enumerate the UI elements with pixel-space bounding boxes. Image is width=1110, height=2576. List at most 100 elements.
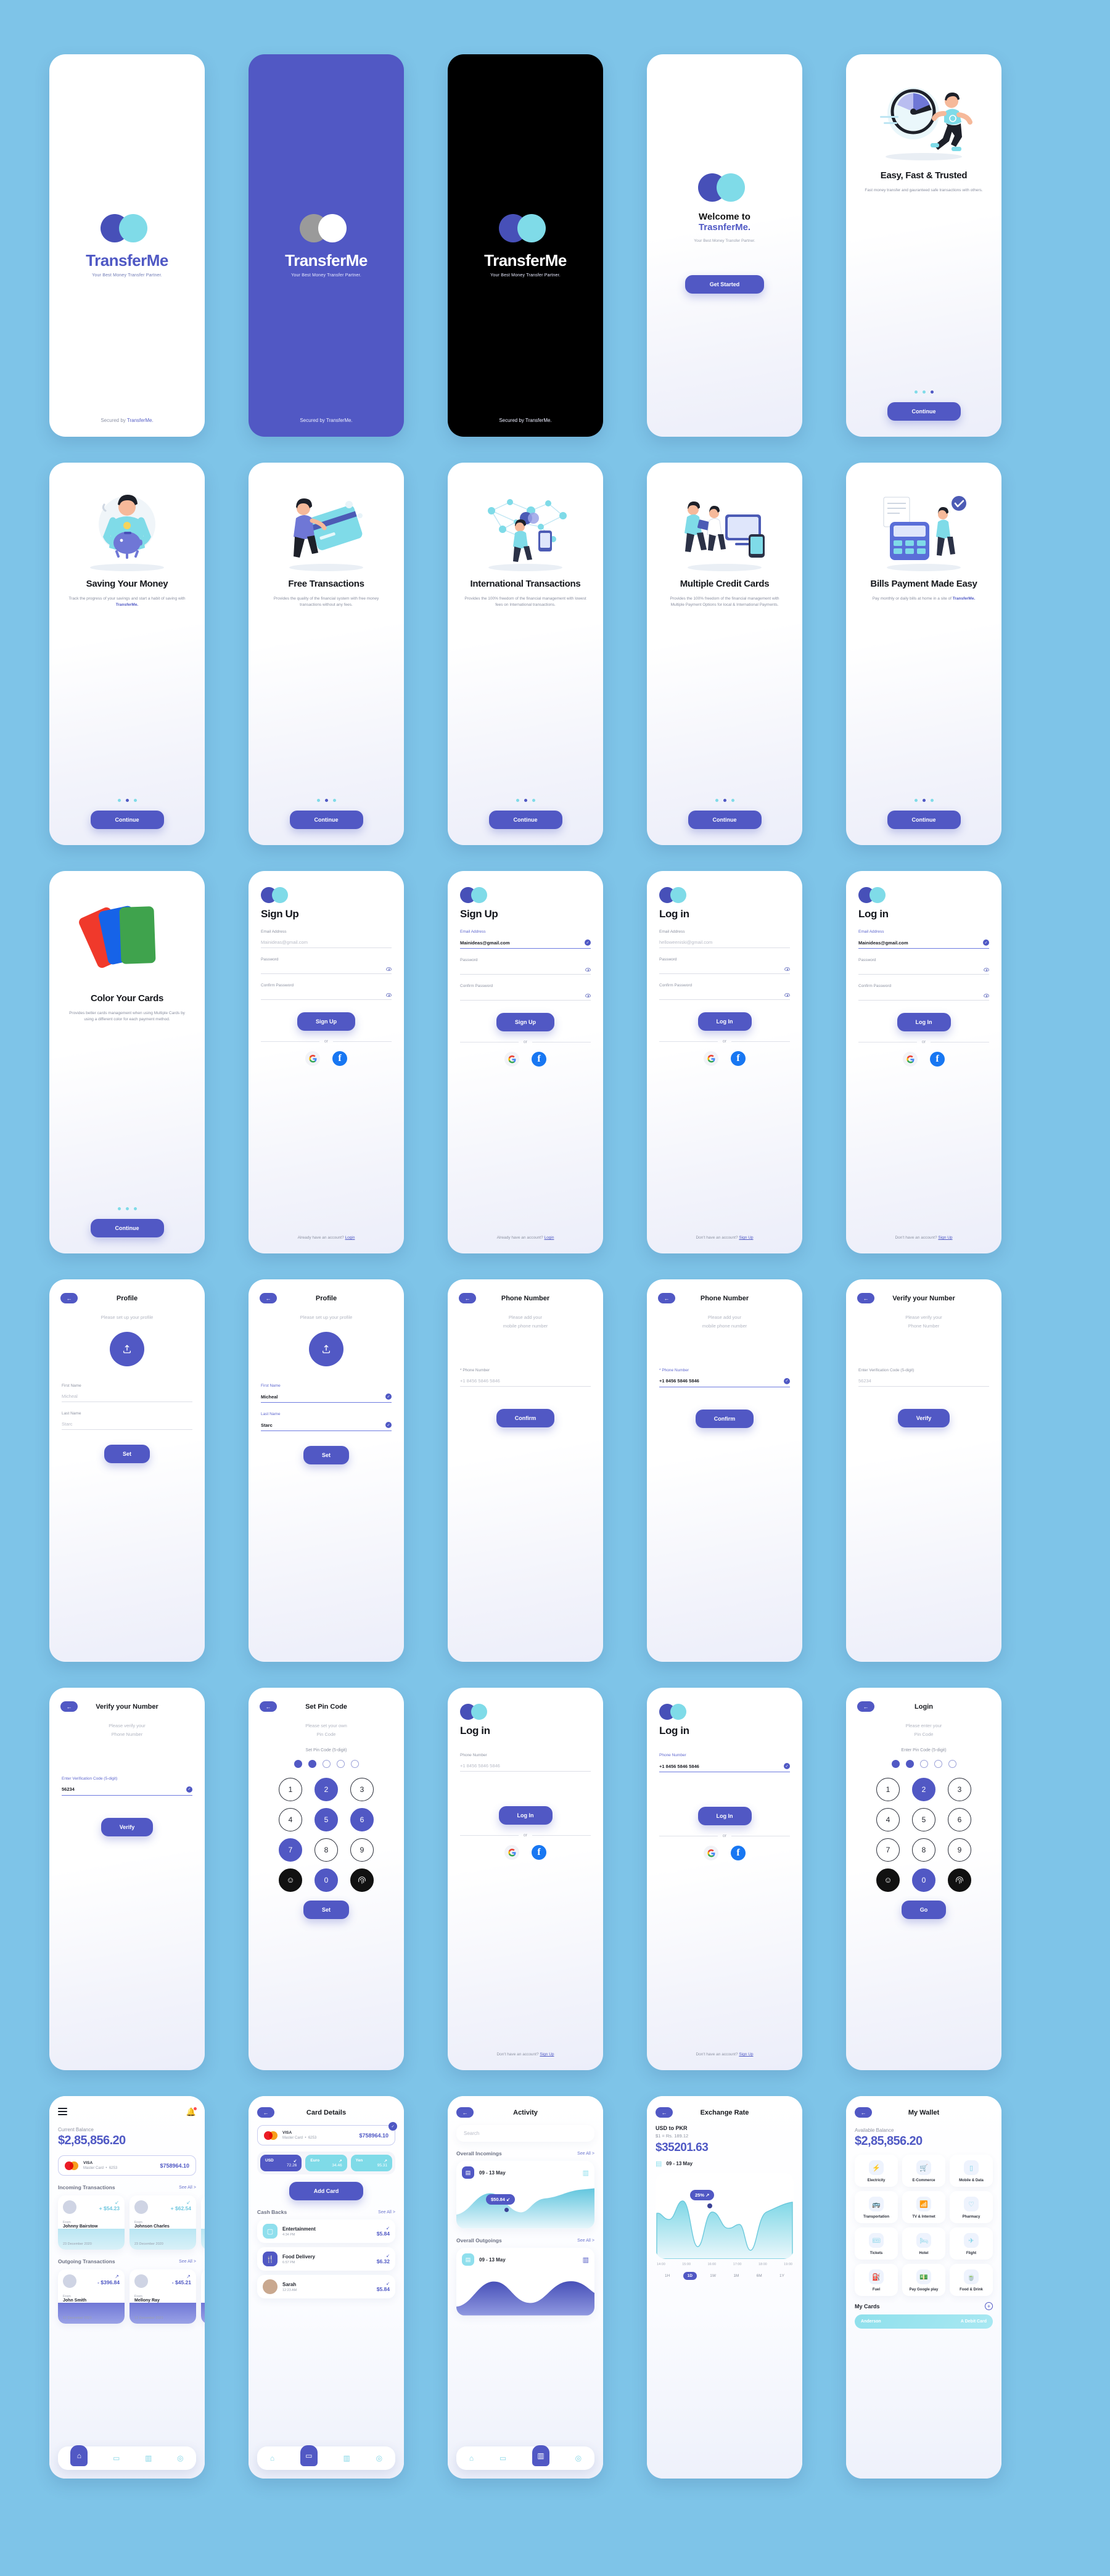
password-input[interactable]: [261, 962, 392, 974]
confirm-password-input[interactable]: [659, 988, 790, 1000]
back-arrow-icon[interactable]: ←: [855, 2107, 872, 2118]
key-5[interactable]: 5: [912, 1807, 935, 1831]
signup-link[interactable]: Sign Up: [739, 2052, 753, 2057]
continue-button[interactable]: Continue: [289, 811, 363, 829]
key-8[interactable]: 8: [314, 1838, 338, 1862]
range-selector[interactable]: 1H 1D 1W 1M 6M 1Y: [656, 2272, 794, 2280]
google-signin-button[interactable]: [704, 1051, 718, 1066]
fingerprint-icon[interactable]: [948, 1868, 971, 1892]
key-2[interactable]: 2: [912, 1777, 935, 1801]
search-input[interactable]: Search: [456, 2125, 594, 2142]
key-3[interactable]: 3: [350, 1777, 374, 1801]
google-signin-button[interactable]: [504, 1052, 519, 1067]
login-button[interactable]: Log In: [697, 1807, 752, 1825]
range-1m[interactable]: 1M: [729, 2272, 743, 2280]
eye-icon[interactable]: [386, 967, 392, 971]
currency-euro[interactable]: Euro ↗ 34.46: [305, 2155, 347, 2171]
face-id-icon[interactable]: ☺: [279, 1868, 302, 1892]
outgoings-chart-card[interactable]: ▤ 09 - 13 May ▥: [456, 2248, 594, 2316]
service-transportation[interactable]: 🚌 Transportation: [855, 2191, 898, 2223]
list-item[interactable]: ↙ + $62.54 From Johnson Charles 23 Decem…: [130, 2195, 196, 2250]
tab-profile-icon[interactable]: ◎: [177, 2454, 183, 2462]
confirm-password-input[interactable]: [261, 988, 392, 1000]
key-0[interactable]: 0: [314, 1868, 338, 1892]
tab-home-icon[interactable]: ⌂: [270, 2454, 274, 2462]
key-8[interactable]: 8: [912, 1838, 935, 1862]
continue-button[interactable]: Continue: [887, 402, 961, 421]
phone-input[interactable]: +1 8456 5846 5846: [460, 1757, 591, 1772]
eye-icon[interactable]: [386, 993, 392, 997]
key-6[interactable]: 6: [948, 1807, 971, 1831]
service-flight[interactable]: ✈ Flight: [950, 2227, 993, 2260]
email-input[interactable]: Mainideas@gmail.com: [261, 934, 392, 948]
signup-link[interactable]: Sign Up: [540, 2052, 554, 2057]
login-button[interactable]: Log In: [897, 1013, 951, 1031]
currency-usd[interactable]: USD ↙ 72.26: [260, 2155, 302, 2171]
back-arrow-icon[interactable]: ←: [60, 1293, 78, 1303]
facebook-signin-button[interactable]: f: [731, 1846, 746, 1860]
bottom-tab-bar[interactable]: ⌂ ▭ ▥ ◎: [58, 2445, 196, 2470]
last-name-input[interactable]: Starc: [62, 1416, 192, 1430]
currency-switcher[interactable]: USD ↙ 72.26 Euro ↗ 34.46 Yen ↗ 95.31: [257, 2152, 395, 2174]
last-name-input[interactable]: Starc ✓: [261, 1416, 392, 1432]
phone-input[interactable]: +1 8456 5846 5846: [460, 1373, 591, 1387]
service-hotel[interactable]: 🛏 Hotel: [902, 2227, 945, 2260]
set-button[interactable]: Set: [104, 1445, 150, 1464]
eye-icon[interactable]: [784, 993, 790, 997]
back-arrow-icon[interactable]: ←: [260, 1293, 277, 1303]
login-button[interactable]: Log In: [498, 1806, 553, 1825]
service-tickets[interactable]: 🎟 Tickets: [855, 2227, 898, 2260]
confirm-button[interactable]: Confirm: [496, 1408, 555, 1427]
back-arrow-icon[interactable]: ←: [658, 1293, 675, 1303]
back-arrow-icon[interactable]: ←: [656, 2107, 673, 2118]
upload-avatar-button[interactable]: [309, 1332, 343, 1367]
tab-wallet-icon[interactable]: ▭: [300, 2445, 318, 2466]
key-4[interactable]: 4: [876, 1807, 900, 1831]
list-item[interactable]: - $65.31 From Jane Scott 12 December 202…: [201, 2269, 205, 2324]
key-9[interactable]: 9: [350, 1838, 374, 1862]
incomings-chart-card[interactable]: ▤ 09 - 13 May ▥ $50.84 ↙: [456, 2161, 594, 2229]
tab-wallet-icon[interactable]: ▭: [500, 2454, 506, 2462]
email-input[interactable]: Mainideas@gmail.com ✓: [858, 934, 989, 949]
continue-button[interactable]: Continue: [488, 811, 562, 829]
bottom-tab-bar[interactable]: ⌂ ▭ ▥ ◎: [456, 2445, 594, 2470]
verify-button[interactable]: Verify: [897, 1408, 950, 1427]
plus-circle-icon[interactable]: +: [985, 2302, 993, 2310]
eye-icon[interactable]: [585, 968, 591, 972]
key-7[interactable]: 7: [279, 1838, 302, 1862]
service-fuel[interactable]: ⛽ Fuel: [855, 2264, 898, 2296]
google-signin-button[interactable]: [305, 1051, 320, 1066]
tab-home-icon[interactable]: ⌂: [469, 2454, 474, 2462]
range-1y[interactable]: 1Y: [775, 2272, 789, 2280]
back-arrow-icon[interactable]: ←: [260, 1701, 277, 1712]
card-chip[interactable]: ✓ VISA Master Card • 6253 $758964.10: [257, 2122, 397, 2145]
email-input[interactable]: Mainideas@gmail.com ✓: [460, 934, 591, 949]
service-tv-internet[interactable]: 📶 TV & Internet: [902, 2191, 945, 2223]
card-chip[interactable]: VISA Master Card • 6253 $758964.10: [58, 2155, 196, 2176]
back-arrow-icon[interactable]: ←: [60, 1701, 78, 1712]
list-item[interactable]: ▢ Entertainment 4:34 PM ↙ $5.84: [257, 2219, 395, 2243]
back-arrow-icon[interactable]: ←: [857, 1701, 874, 1712]
bottom-tab-bar[interactable]: ⌂ ▭ ▥ ◎: [257, 2445, 395, 2470]
login-link[interactable]: Login: [545, 1236, 554, 1240]
service-electricity[interactable]: ⚡ Electricity: [855, 2155, 898, 2187]
back-arrow-icon[interactable]: ←: [456, 2107, 474, 2118]
service-ecommerce[interactable]: 🛒 E-Commerce: [902, 2155, 945, 2187]
see-all-incoming[interactable]: See All >: [179, 2186, 196, 2190]
get-started-button[interactable]: Get Started: [684, 275, 765, 294]
google-signin-button[interactable]: [504, 1845, 519, 1860]
tab-profile-icon[interactable]: ◎: [376, 2454, 382, 2462]
menu-icon[interactable]: [58, 2107, 67, 2117]
chart-toggle-icon[interactable]: ▥: [583, 2169, 589, 2177]
back-arrow-icon[interactable]: ←: [459, 1293, 476, 1303]
see-all-outgoing[interactable]: See All >: [179, 2260, 196, 2264]
tab-home-icon[interactable]: ⌂: [70, 2445, 88, 2466]
tab-chart-icon[interactable]: ▥: [145, 2454, 152, 2462]
service-pharmacy[interactable]: ♡ Pharmacy: [950, 2191, 993, 2223]
add-card-button[interactable]: Add Card: [289, 2182, 364, 2200]
signup-link[interactable]: Sign Up: [938, 1236, 952, 1240]
list-item[interactable]: ↙ + $54.23 From Johnny Bairstow 23 Decem…: [58, 2195, 125, 2250]
notification-bell-icon[interactable]: 🔔: [186, 2107, 197, 2117]
continue-button[interactable]: Continue: [90, 1219, 164, 1237]
password-input[interactable]: [659, 962, 790, 974]
